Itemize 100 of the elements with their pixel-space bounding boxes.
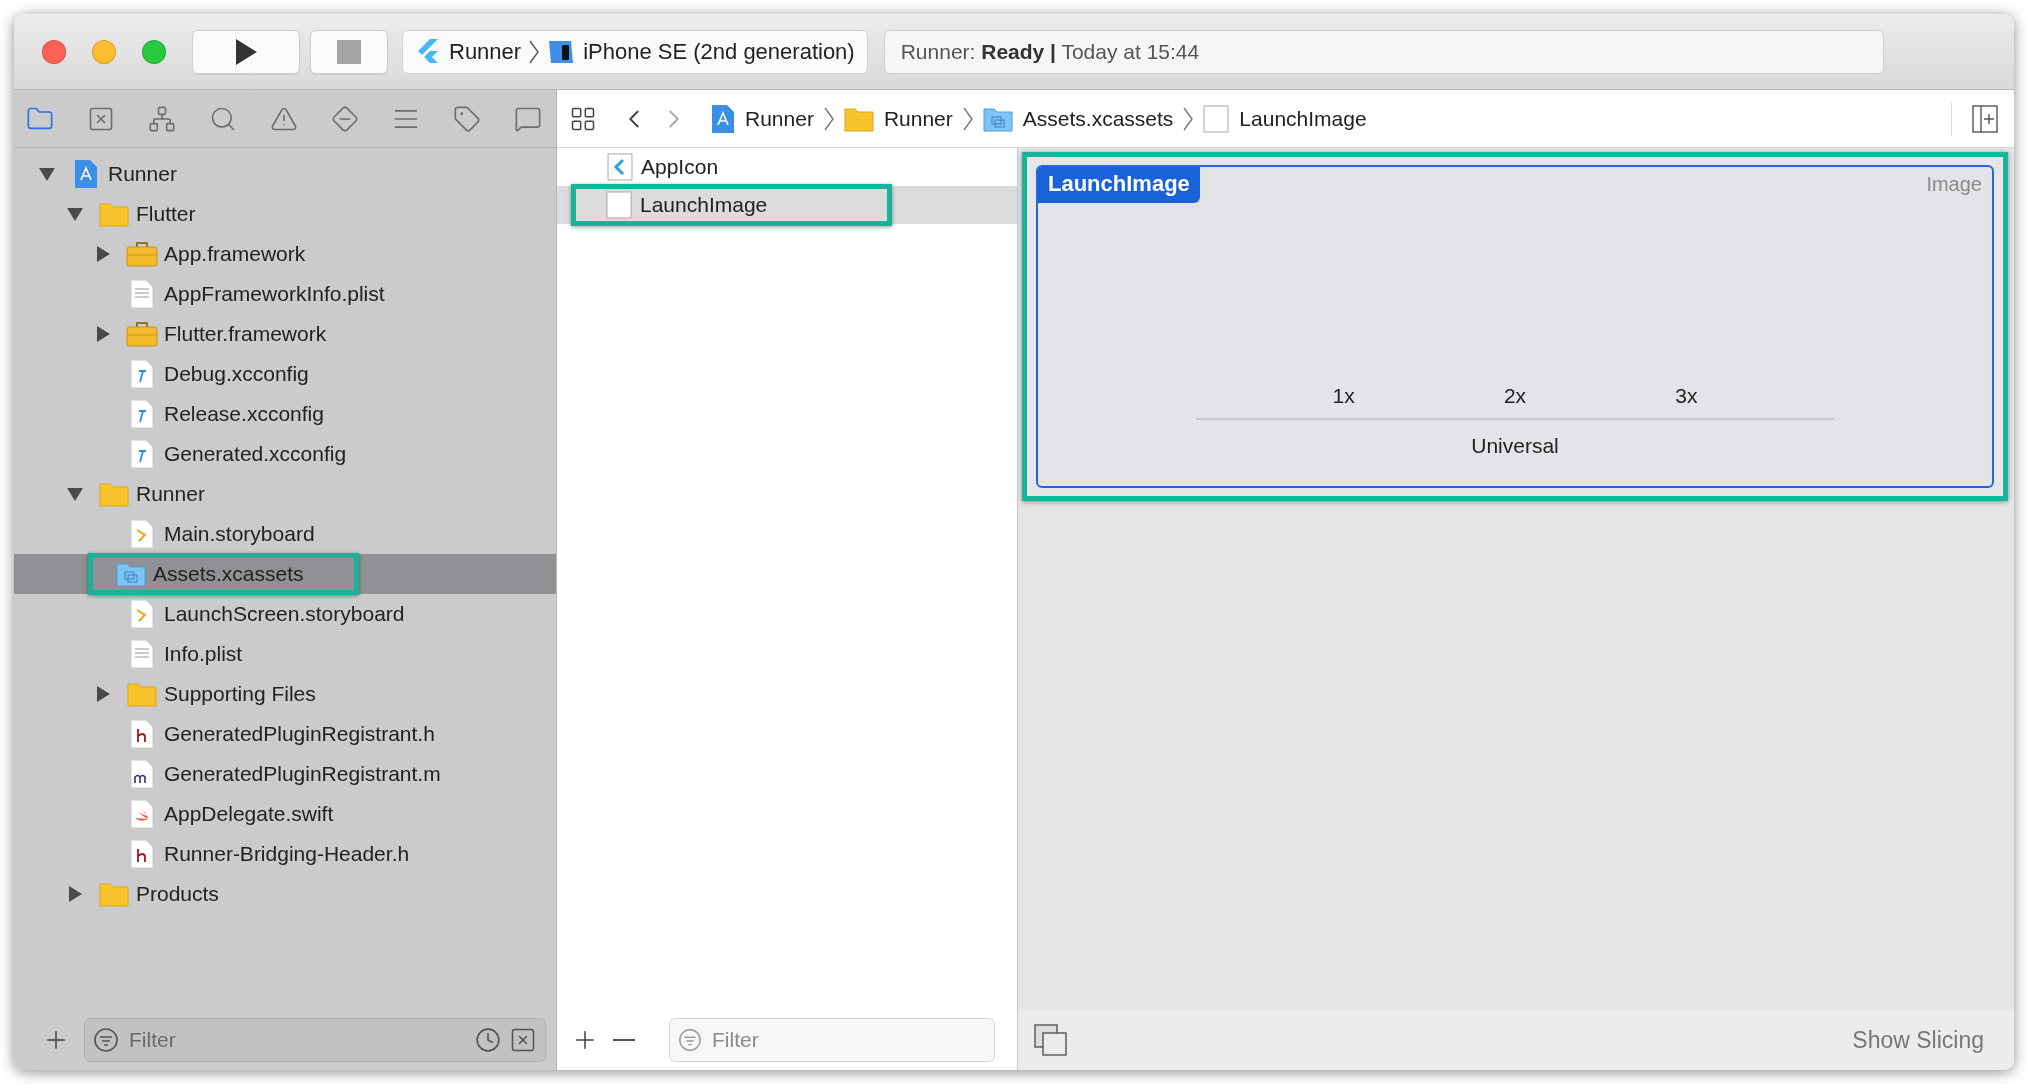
blank-image-icon — [606, 191, 632, 219]
file-name: LaunchScreen.storyboard — [164, 602, 405, 626]
file-tree-row[interactable]: Flutter — [14, 194, 556, 234]
file-name: Runner-Bridging-Header.h — [164, 842, 410, 866]
file-tree-row[interactable]: Supporting Files — [14, 674, 556, 714]
file-name: Info.plist — [164, 642, 243, 666]
disclosure-triangle-icon[interactable] — [94, 685, 112, 703]
folder-icon — [843, 105, 874, 132]
storyboard-file-icon — [130, 599, 154, 629]
chevron-icon — [1183, 106, 1194, 131]
disclosure-triangle-icon[interactable] — [94, 245, 112, 263]
hierarchy-icon — [148, 104, 176, 133]
header-file-icon — [130, 719, 154, 749]
filter-bar[interactable]: Filter — [84, 1018, 546, 1062]
stop-icon — [337, 39, 361, 64]
navigator-tab[interactable] — [331, 104, 359, 133]
tag-icon — [453, 104, 481, 133]
add-editor-icon[interactable] — [1972, 104, 1998, 133]
file-name: Main.storyboard — [164, 522, 315, 546]
file-tree-row[interactable]: Info.plist — [14, 634, 556, 674]
file-name: Generated.xcconfig — [164, 442, 347, 466]
file-name: Supporting Files — [164, 682, 316, 706]
image-set-name: LaunchImage — [1038, 167, 1200, 203]
file-name: Runner — [108, 162, 177, 186]
breadcrumb-item[interactable]: LaunchImage — [1203, 104, 1367, 133]
slices-icon[interactable] — [1034, 1024, 1068, 1056]
breadcrumb-item[interactable]: Runner — [711, 103, 814, 134]
file-tree-row[interactable]: Assets.xcassets — [14, 554, 556, 594]
file-tree-row[interactable]: Products — [14, 874, 556, 914]
disclosure-triangle-icon[interactable] — [66, 205, 84, 223]
storyboard-file-icon — [130, 519, 154, 549]
folder-icon — [99, 881, 129, 907]
file-tree-row[interactable]: App.framework — [14, 234, 556, 274]
source-file-icon — [130, 759, 154, 789]
asset-name: AppIcon — [641, 155, 719, 179]
filter-field[interactable]: Filter — [127, 1027, 467, 1053]
file-tree-row[interactable]: LaunchScreen.storyboard — [14, 594, 556, 634]
chevron-icon — [529, 39, 540, 64]
filter-field[interactable]: Filter — [710, 1027, 986, 1053]
asset-row[interactable]: LaunchImage — [557, 186, 1017, 224]
scale-label: 1x — [1332, 384, 1355, 408]
file-tree-row[interactable]: Runner — [14, 154, 556, 194]
filter-icon — [93, 1027, 119, 1053]
app-icon-set-icon — [607, 153, 633, 181]
file-tree-row[interactable]: Debug.xcconfig — [14, 354, 556, 394]
file-tree-row[interactable]: GeneratedPluginRegistrant.h — [14, 714, 556, 754]
navigator-tab[interactable] — [453, 104, 481, 133]
file-tree-row[interactable]: Flutter.framework — [14, 314, 556, 354]
chevron-icon — [962, 106, 973, 131]
minus-icon — [613, 1038, 635, 1042]
file-name: Flutter — [136, 202, 196, 226]
clock-icon — [475, 1027, 501, 1053]
stop-button[interactable] — [310, 29, 388, 74]
file-name: Runner — [136, 482, 205, 506]
plist-file-icon — [130, 639, 154, 669]
blank-image-icon — [1203, 104, 1230, 133]
disclosure-triangle-icon[interactable] — [94, 325, 112, 343]
file-tree-row[interactable]: Runner — [14, 474, 556, 514]
folder-icon — [99, 481, 129, 507]
file-name: GeneratedPluginRegistrant.h — [164, 722, 435, 746]
zoom-button[interactable] — [142, 39, 166, 64]
file-tree-row[interactable]: Release.xcconfig — [14, 394, 556, 434]
breadcrumb-item[interactable]: Assets.xcassets — [982, 105, 1174, 132]
file-name: GeneratedPluginRegistrant.m — [164, 762, 441, 786]
remove-button[interactable] — [613, 1038, 635, 1042]
show-slicing-button[interactable]: Show Slicing — [1846, 1025, 1990, 1055]
file-name: Products — [136, 882, 219, 906]
asset-folder-icon — [982, 105, 1013, 132]
config-file-icon — [130, 439, 154, 469]
scale-label: 3x — [1675, 384, 1698, 408]
file-tree-row[interactable]: Runner-Bridging-Header.h — [14, 834, 556, 874]
toolbox-icon — [126, 321, 158, 347]
breadcrumb-item[interactable]: Runner — [843, 105, 953, 132]
navigator-tab[interactable] — [148, 104, 176, 133]
asset-name: LaunchImage — [640, 193, 768, 217]
scheme-selector[interactable]: Runner iPhone SE (2nd generation) — [402, 29, 868, 74]
file-tree-row[interactable]: AppFrameworkInfo.plist — [14, 274, 556, 314]
file-tree-row[interactable]: AppDelegate.swift — [14, 794, 556, 834]
minimize-button[interactable] — [92, 39, 116, 64]
square-x-icon — [509, 1026, 537, 1054]
disclosure-triangle-icon[interactable] — [66, 485, 84, 503]
filter-icon — [678, 1028, 702, 1052]
image-set-type: Image — [1925, 172, 1983, 197]
file-tree-row[interactable]: GeneratedPluginRegistrant.m — [14, 754, 556, 794]
filter-bar[interactable]: Filter — [669, 1018, 995, 1062]
file-name: App.framework — [164, 242, 306, 266]
asset-folder-icon — [116, 561, 146, 587]
idiom-label: Universal — [1471, 433, 1559, 459]
run-button[interactable] — [192, 29, 300, 74]
file-tree-row[interactable]: Main.storyboard — [14, 514, 556, 554]
file-tree-row[interactable]: Generated.xcconfig — [14, 434, 556, 474]
file-name: Debug.xcconfig — [164, 362, 309, 386]
disclosure-triangle-icon[interactable] — [38, 165, 56, 183]
asset-row[interactable]: AppIcon — [557, 148, 1017, 186]
close-button[interactable] — [42, 39, 66, 64]
project-icon — [74, 159, 98, 189]
file-name: Release.xcconfig — [164, 402, 324, 426]
disclosure-triangle-icon[interactable] — [66, 885, 84, 903]
file-name: Assets.xcassets — [153, 562, 304, 586]
diamond-icon — [331, 104, 359, 133]
